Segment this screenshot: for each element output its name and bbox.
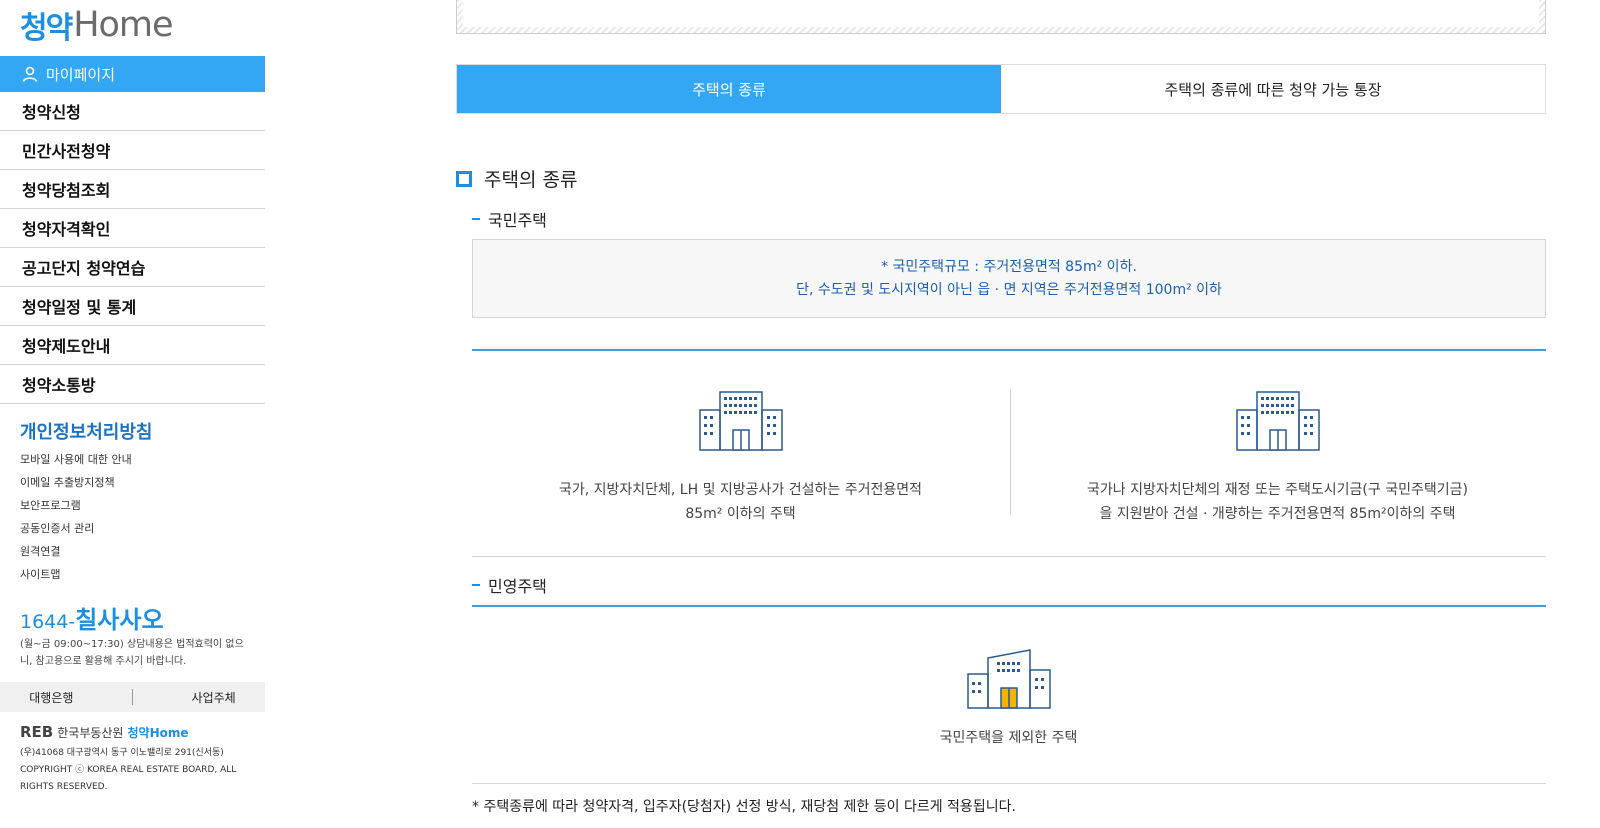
tab-eligible-accounts[interactable]: 주택의 종류에 따른 청약 가능 통장 <box>1001 65 1545 113</box>
reb-logo: REB 한국부동산원 청약Home <box>20 723 189 741</box>
tab-housing-types[interactable]: 주택의 종류 <box>457 65 1001 113</box>
national-card-1: 국가, 지방자치단체, LH 및 지방공사가 건설하는 주거전용면적 85m² … <box>472 390 1009 526</box>
business-link[interactable]: 사업주체 <box>192 689 236 706</box>
reb-mark: REB <box>20 723 54 741</box>
link-mobile-guide[interactable]: 모바일 사용에 대한 안내 <box>20 448 132 471</box>
private-card: 국민주택을 제외한 주택 <box>740 648 1277 750</box>
address-block: (우)41068 대구광역시 동구 이노밸리로 291(신서동) COPYRIG… <box>20 745 255 796</box>
link-email-policy[interactable]: 이메일 추출방지정책 <box>20 471 132 494</box>
divider <box>131 689 133 705</box>
national-card-2: 국가나 지방자치단체의 재정 또는 주택도시기금(구 국민주택기금) 을 지원받… <box>1009 390 1546 526</box>
note-line-1: * 국민주택규모 : 주거전용면적 85m² 이하. <box>881 258 1137 275</box>
mypage-button[interactable]: 마이페이지 <box>0 56 265 92</box>
bank-bar: 대행은행 사업주체 <box>0 682 265 712</box>
dash-icon <box>472 218 480 220</box>
card-1-line-2: 85m² 이하의 주택 <box>685 506 796 522</box>
footer-links: 모바일 사용에 대한 안내 이메일 추출방지정책 보안프로그램 공동인증서 관리… <box>20 448 132 586</box>
sidebar-item-practice[interactable]: 공고단지 청약연습 <box>0 248 265 287</box>
logo-english: Home <box>73 5 173 45</box>
sidebar: 청약 Home 마이페이지 청약신청 민간사전청약 청약당첨조회 청약자격확인 … <box>0 0 265 828</box>
link-sitemap[interactable]: 사이트맵 <box>20 563 132 586</box>
subsection-national: 국민주택 <box>472 207 547 231</box>
section-title: 주택의 종류 <box>456 165 577 192</box>
building-icon <box>698 391 783 451</box>
privacy-policy-link[interactable]: 개인정보처리방침 <box>20 418 152 444</box>
subsection-private-title: 민영주택 <box>488 577 547 596</box>
section-title-text: 주택의 종류 <box>484 169 578 191</box>
tab-bar: 주택의 종류 주택의 종류에 따른 청약 가능 통장 <box>456 64 1546 114</box>
site-logo[interactable]: 청약 Home <box>20 4 174 46</box>
sidebar-item-system-guide[interactable]: 청약제도안내 <box>0 326 265 365</box>
card-1-line-1: 국가, 지방자치단체, LH 및 지방공사가 건설하는 주거전용면적 <box>558 482 923 498</box>
link-remote[interactable]: 원격연결 <box>20 540 132 563</box>
divider-gray <box>472 783 1546 784</box>
link-certificate[interactable]: 공동인증서 관리 <box>20 517 132 540</box>
private-card-text: 국민주택을 제외한 주택 <box>939 730 1078 746</box>
service-hours: (월~금 09:00~17:30) 상담내용은 법적효력이 없으니, 참고용으로… <box>20 639 244 667</box>
copyright: COPYRIGHT ⓒ KOREA REAL ESTATE BOARD, ALL… <box>20 765 237 792</box>
bank-link[interactable]: 대행은행 <box>29 689 73 706</box>
link-security-program[interactable]: 보안프로그램 <box>20 494 132 517</box>
footnote: * 주택종류에 따라 청약자격, 입주자(당첨자) 선정 방식, 재당첨 제한 … <box>472 799 1016 815</box>
phone-number: 1644-칠사사오 <box>20 600 164 635</box>
building-icon <box>966 649 1051 709</box>
card-2-line-2: 을 지원받아 건설 · 개량하는 주거전용면적 85m²이하의 주택 <box>1099 506 1456 522</box>
sidebar-item-winner-lookup[interactable]: 청약당첨조회 <box>0 170 265 209</box>
sidebar-item-communication[interactable]: 청약소통방 <box>0 365 265 404</box>
sidebar-item-schedule-stats[interactable]: 청약일정 및 통계 <box>0 287 265 326</box>
sidebar-menu: 청약신청 민간사전청약 청약당첨조회 청약자격확인 공고단지 청약연습 청약일정… <box>0 92 265 404</box>
dash-icon <box>472 584 480 586</box>
address: (우)41068 대구광역시 동구 이노밸리로 291(신서동) <box>20 748 224 758</box>
national-card-1-text: 국가, 지방자치단체, LH 및 지방공사가 건설하는 주거전용면적 85m² … <box>559 478 922 526</box>
national-card-2-text: 국가나 지방자치단체의 재정 또는 주택도시기금(구 국민주택기금) 을 지원받… <box>1087 478 1468 526</box>
sidebar-item-private-pre-subscription[interactable]: 민간사전청약 <box>0 131 265 170</box>
building-icon <box>1235 391 1320 451</box>
note-line-2: 단, 수도권 및 도시지역이 아닌 읍 · 면 지역은 주거전용면적 100m²… <box>796 281 1222 298</box>
divider-blue <box>472 605 1546 607</box>
square-bullet-icon <box>456 170 472 187</box>
person-icon <box>22 66 38 82</box>
top-content-box <box>456 0 1546 34</box>
mypage-label: 마이페이지 <box>46 65 116 84</box>
sidebar-item-eligibility-check[interactable]: 청약자격확인 <box>0 209 265 248</box>
national-housing-note: * 국민주택규모 : 주거전용면적 85m² 이하. 단, 수도권 및 도시지역… <box>472 239 1546 318</box>
phone-prefix: 1644- <box>20 611 76 633</box>
phone-name: 칠사사오 <box>75 606 164 634</box>
sidebar-item-apply[interactable]: 청약신청 <box>0 92 265 131</box>
reb-cheongyak: 청약Home <box>127 725 189 740</box>
subsection-national-title: 국민주택 <box>488 211 547 230</box>
card-2-line-1: 국가나 지방자치단체의 재정 또는 주택도시기금(구 국민주택기금) <box>1087 482 1468 498</box>
logo-korean: 청약 <box>20 11 73 46</box>
reb-name: 한국부동산원 <box>57 725 124 740</box>
divider-gray <box>472 556 1546 557</box>
divider-blue <box>472 349 1546 351</box>
subsection-private: 민영주택 <box>472 573 547 597</box>
